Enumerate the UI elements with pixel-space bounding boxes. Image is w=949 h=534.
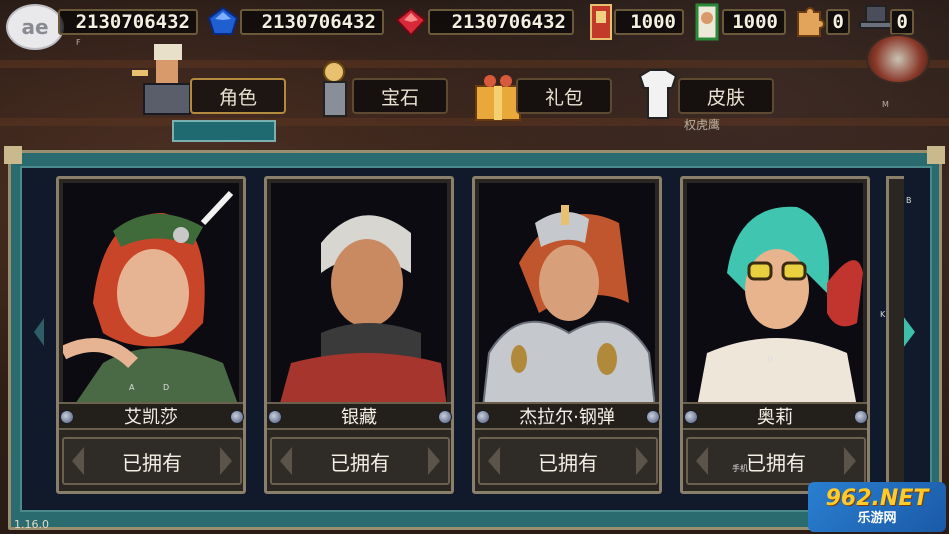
background-fragment: F bbox=[76, 38, 81, 47]
site-watermark: 962.NET 乐游网 bbox=[808, 482, 946, 532]
puzzle-piece-value: 0 bbox=[832, 11, 844, 33]
owned-status-label: 已拥有 bbox=[538, 450, 598, 475]
hat-token-value: 0 bbox=[896, 11, 908, 33]
rivet-icon bbox=[60, 410, 74, 424]
next-card-edge bbox=[886, 176, 904, 494]
character-name-bar: 奥莉 bbox=[683, 402, 867, 430]
character-name: 杰拉尔·钢弹 bbox=[519, 407, 615, 428]
rivet-icon bbox=[230, 410, 244, 424]
character-name-bar: 杰拉尔·钢弹 bbox=[475, 402, 659, 430]
background-fragment: M bbox=[882, 100, 889, 109]
arrow-right-icon bbox=[636, 447, 648, 475]
overlay-tag: 手机 bbox=[732, 464, 748, 473]
silver-coin-value: 2130706432 bbox=[75, 11, 190, 33]
panel-corner-ornament bbox=[4, 146, 22, 164]
portrait-marker: A bbox=[129, 383, 135, 392]
skin-shirt-icon bbox=[638, 69, 678, 119]
watermark-top: 962.NET bbox=[825, 486, 929, 511]
scroll-right-arrow-icon[interactable] bbox=[903, 316, 915, 348]
puzzle-piece-counter: 0 bbox=[826, 9, 850, 35]
portrait-art-aikaisha bbox=[63, 190, 239, 407]
blue-gem-counter: 2130706432 bbox=[240, 9, 384, 35]
red-ticket-icon bbox=[590, 4, 612, 40]
tab-characters-label: 角色 bbox=[218, 86, 257, 109]
character-name-bar: 艾凯莎 bbox=[59, 402, 243, 430]
owned-button[interactable]: 已拥有 bbox=[62, 437, 242, 485]
tab-skins-label: 皮肤 bbox=[706, 86, 745, 109]
portrait-art-yinzang bbox=[279, 215, 447, 407]
puzzle-piece-icon bbox=[797, 7, 825, 37]
rivet-icon bbox=[646, 410, 660, 424]
rivet-icon bbox=[854, 410, 868, 424]
portrait-art-gerald bbox=[481, 205, 655, 407]
portrait-art-aoli bbox=[697, 206, 863, 407]
owned-status-label: 已拥有 bbox=[122, 450, 182, 475]
character-mascot-icon bbox=[132, 44, 191, 115]
portrait-marker: H bbox=[767, 355, 774, 364]
red-gem-value: 2130706432 bbox=[451, 11, 566, 33]
background-fragment: B bbox=[906, 196, 912, 205]
tab-characters[interactable]: 角色 bbox=[190, 78, 286, 114]
character-name: 银藏 bbox=[341, 407, 377, 428]
rivet-icon bbox=[268, 410, 282, 424]
character-portrait bbox=[687, 183, 863, 407]
red-ticket-counter: 1000 bbox=[614, 9, 684, 35]
currency-bar: ae 2130706432 2130706432 2130706432 1000… bbox=[0, 0, 949, 84]
background-fragment: 权虎鹰 bbox=[684, 118, 721, 132]
red-ticket-value: 1000 bbox=[630, 11, 676, 33]
silver-coin-counter: 2130706432 bbox=[58, 9, 198, 35]
character-name: 奥莉 bbox=[757, 407, 793, 428]
tab-packs[interactable]: 礼包 bbox=[516, 78, 612, 114]
red-gem-counter: 2130706432 bbox=[428, 9, 574, 35]
owned-status-label: 已拥有 bbox=[330, 450, 390, 475]
portrait-marker: D bbox=[163, 383, 170, 392]
blue-gem-icon bbox=[207, 6, 239, 35]
blue-gem-value: 2130706432 bbox=[261, 11, 376, 33]
arrow-left-icon bbox=[696, 447, 708, 475]
character-name: 艾凯莎 bbox=[124, 407, 178, 428]
rivet-icon bbox=[684, 410, 698, 424]
card-ticket-icon bbox=[695, 3, 719, 41]
tab-active-indicator bbox=[172, 120, 276, 142]
owned-status-label: 已拥有 bbox=[746, 450, 806, 475]
scroll-left-arrow-icon[interactable] bbox=[34, 318, 44, 346]
app-logo-icon: ae bbox=[6, 4, 64, 50]
rivet-icon bbox=[438, 410, 452, 424]
character-name-bar: 银藏 bbox=[267, 402, 451, 430]
background-fragment: K bbox=[880, 310, 886, 319]
tab-gems[interactable]: 宝石 bbox=[352, 78, 448, 114]
arrow-right-icon bbox=[220, 447, 232, 475]
tab-packs-label: 礼包 bbox=[544, 86, 583, 109]
version-label: 1.16.0 bbox=[14, 518, 49, 531]
rivet-icon bbox=[476, 410, 490, 424]
gem-hand-icon bbox=[323, 61, 347, 117]
character-portrait bbox=[63, 183, 239, 407]
card-ticket-value: 1000 bbox=[732, 11, 778, 33]
owned-button[interactable]: 已拥有 bbox=[270, 437, 450, 485]
red-gem-icon bbox=[395, 7, 427, 37]
arrow-left-icon bbox=[72, 447, 84, 475]
character-portrait bbox=[271, 183, 447, 407]
arrow-right-icon bbox=[428, 447, 440, 475]
arrow-left-icon bbox=[280, 447, 292, 475]
settings-gear-button[interactable] bbox=[866, 34, 930, 84]
tab-gems-label: 宝石 bbox=[380, 86, 419, 109]
panel-corner-ornament bbox=[927, 146, 945, 164]
hat-token-counter: 0 bbox=[890, 9, 914, 35]
watermark-bottom: 乐游网 bbox=[857, 511, 897, 526]
owned-button[interactable]: 手机 已拥有 bbox=[686, 437, 866, 485]
character-portrait bbox=[479, 183, 655, 407]
tab-skins[interactable]: 皮肤 bbox=[678, 78, 774, 114]
card-ticket-counter: 1000 bbox=[722, 9, 786, 35]
arrow-right-icon bbox=[844, 447, 856, 475]
arrow-left-icon bbox=[488, 447, 500, 475]
owned-button[interactable]: 已拥有 bbox=[478, 437, 658, 485]
